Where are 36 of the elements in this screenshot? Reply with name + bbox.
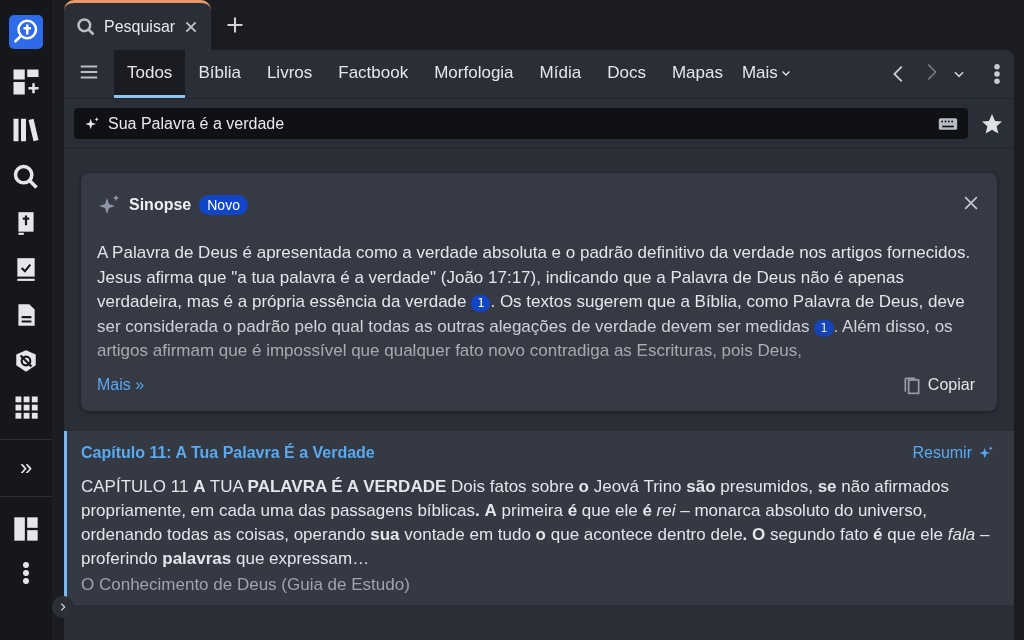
- more-link[interactable]: Mais »: [97, 376, 145, 394]
- more-vertical-icon[interactable]: [22, 561, 30, 585]
- add-tab-icon[interactable]: [225, 15, 246, 35]
- app-logo-icon[interactable]: [9, 15, 43, 49]
- copy-button[interactable]: Copiar: [895, 373, 981, 397]
- layout-panels-icon[interactable]: [12, 515, 40, 543]
- category-tab[interactable]: Factbook: [325, 50, 422, 98]
- category-tab[interactable]: Todos: [114, 50, 186, 98]
- chevron-right-icon: [58, 602, 68, 612]
- citation-link[interactable]: 1: [471, 295, 491, 312]
- dashboard-add-icon[interactable]: [11, 67, 41, 97]
- search-icon: [76, 16, 96, 37]
- expand-sidebar-button[interactable]: »: [19, 458, 33, 478]
- category-tab[interactable]: Bíblia: [185, 50, 254, 98]
- category-tab[interactable]: Morfologia: [421, 50, 527, 98]
- result-excerpt: CAPÍTULO 11 A TUA PALAVRA É A VERDADE Dois fatos sobre o Jeová Trino são presumidos, se não afirmados propriamente, em cada uma das passagens bíblicas. A primeira é que ele é rei – monarca absoluto do universo, ordenando todas as coisas, operando sua vontade em tudo o que acontece dentro dele. O segundo fato é que ele fala – proferindo palavras que expressam…: [81, 476, 991, 570]
- citation-link[interactable]: 1: [814, 319, 834, 337]
- summarize-button[interactable]: Resumir: [906, 443, 1000, 463]
- keyboard-icon[interactable]: [938, 115, 958, 132]
- synopsis-title: Sinopse: [129, 196, 192, 214]
- search-icon[interactable]: [12, 163, 40, 191]
- sparkle-icon: [978, 445, 994, 461]
- synopsis-text: A Palavra de Deus é apresentada como a verdade absoluta e o padrão definitivo da verdade nos artigos fornecidos. Jesus afirma que "a tua palavra é a verdade" (João 17:17), indicando que a Palavra de Deus não é apenas verdadeira, mas é a própria essência da verdade 1 . Os textos sugerem que a Bíblia, como Palavra de Deus, deve ser considerada o padrão pelo qual todas as outras alegações de verdade devem ser medidas 1 . Além disso, os artigos afirmam que é impossível que qualquer fato novo contradiga as Escrituras, pois Deus,: [97, 242, 972, 362]
- sparkle-icon: [84, 115, 100, 132]
- tab-label: Pesquisar: [104, 17, 176, 36]
- result-source: O Conhecimento de Deus (Guia de Estudo): [81, 575, 411, 595]
- search-field[interactable]: Sua Palavra é a verdade: [74, 108, 968, 139]
- category-tab[interactable]: Mapas: [658, 50, 736, 98]
- category-tab[interactable]: Livros: [253, 50, 326, 98]
- search-tab[interactable]: Pesquisar: [64, 0, 212, 50]
- more-menu-button[interactable]: Mais: [735, 50, 798, 98]
- category-tab[interactable]: Docs: [594, 50, 659, 98]
- new-badge: Novo: [199, 195, 248, 215]
- more-vertical-icon[interactable]: [994, 63, 1000, 85]
- result-title-link[interactable]: Capítulo 11: A Tua Palavra É a Verdade: [81, 444, 375, 462]
- category-tab[interactable]: Mídia: [526, 50, 595, 98]
